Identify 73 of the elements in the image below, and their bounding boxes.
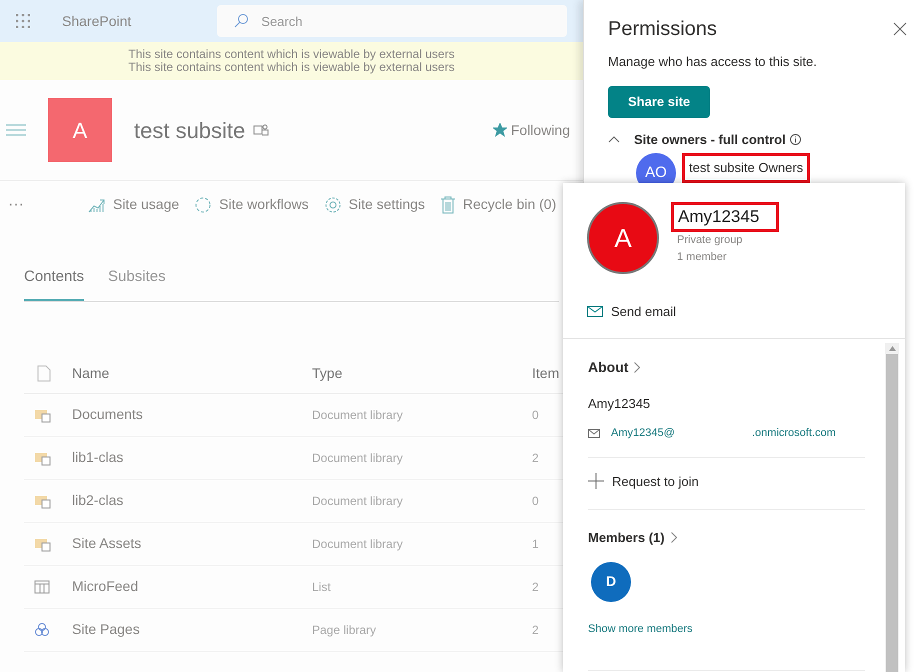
column-header[interactable]: Type — [312, 362, 532, 384]
chevron-right-icon — [634, 362, 640, 372]
tab[interactable]: Subsites — [108, 266, 166, 300]
command-button[interactable]: Site settings — [324, 194, 425, 215]
item-name-link[interactable]: Site Pages — [72, 619, 312, 640]
table-cell-text: 2 — [532, 622, 539, 638]
table-cell-text: Document library — [312, 492, 404, 510]
member-count: 1 member — [677, 250, 728, 264]
file-icon — [37, 364, 51, 382]
group-type: Private group — [677, 233, 744, 248]
share-site-button[interactable]: Share site — [608, 86, 710, 118]
email-domain[interactable]: .onmicrosoft.com — [752, 425, 836, 442]
chevron-icon[interactable] — [608, 135, 620, 144]
trash-icon — [440, 196, 456, 214]
search-field[interactable]: Search — [217, 5, 567, 37]
list-icon — [34, 580, 50, 594]
about-heading[interactable]: About — [588, 356, 640, 378]
item-name-link[interactable]: lib1-clas — [72, 447, 312, 468]
mail-icon — [588, 428, 600, 438]
info-icon[interactable] — [790, 134, 801, 145]
banner-text: This site contains content which is viewable by external users — [128, 61, 455, 74]
table-cell-text: 0 — [532, 492, 539, 510]
menu-icon[interactable] — [6, 124, 26, 136]
command-button[interactable]: Site usage — [88, 194, 180, 215]
show-more-members-link[interactable]: Show more members — [588, 620, 693, 637]
table-cell-text: List — [312, 578, 332, 596]
star-icon — [492, 123, 507, 137]
plus-icon — [588, 473, 604, 490]
table-cell-text: 1 — [532, 536, 539, 552]
item-name-link[interactable]: MicroFeed — [72, 576, 312, 597]
command-button[interactable]: Recycle bin (0) — [440, 194, 556, 215]
column-header[interactable]: Item — [532, 362, 560, 384]
profile-name: Amy12345 — [671, 202, 779, 232]
app-name[interactable]: SharePoint — [62, 10, 132, 32]
scrollbar[interactable] — [885, 342, 899, 672]
search-icon — [233, 13, 250, 29]
profile-avatar: A — [587, 202, 659, 274]
send-email-button[interactable]: Send email — [587, 302, 676, 322]
item-name-link[interactable]: lib2-clas — [72, 490, 312, 511]
table-cell-text: Document library — [312, 536, 404, 552]
table-cell-text: 2 — [532, 578, 539, 596]
more-button[interactable]: ··· — [8, 192, 24, 216]
table-cell-text: 0 — [532, 406, 539, 424]
section-heading: Site owners - full control — [634, 130, 786, 148]
close-icon[interactable] — [893, 22, 907, 36]
flower-icon — [34, 622, 50, 638]
panel-description: Manage who has access to this site. — [608, 53, 818, 71]
tab[interactable]: Contents — [24, 266, 84, 300]
table-cell-text: Page library — [312, 622, 378, 638]
command-button[interactable]: Site workflows — [194, 194, 309, 215]
site-logo: A — [48, 98, 112, 162]
members-heading[interactable]: Members (1) — [588, 528, 677, 548]
panel-title: Permissions — [608, 17, 717, 42]
site-title: test subsite — [134, 116, 246, 144]
table-cell-text: Document library — [312, 406, 404, 424]
column-header[interactable]: Name — [72, 362, 312, 384]
scroll-up-icon[interactable] — [888, 346, 896, 350]
banner-text: This site contains content which is viewable by external users — [128, 48, 455, 61]
settings-icon — [324, 196, 342, 214]
following-button[interactable]: Following — [492, 120, 570, 140]
app-launcher-icon[interactable] — [16, 14, 30, 28]
mail-icon — [587, 306, 603, 318]
chart-icon — [88, 196, 106, 212]
item-name-link[interactable]: Documents — [72, 404, 312, 425]
request-to-join-button[interactable]: Request to join — [588, 472, 699, 491]
chevron-right-icon — [670, 532, 677, 544]
member-avatar[interactable]: D — [591, 562, 631, 602]
table-cell-text: 2 — [532, 450, 539, 466]
email-link[interactable]: Amy12345@ — [611, 425, 752, 442]
table-cell-text: Document library — [312, 450, 404, 466]
item-name-link[interactable]: Site Assets — [72, 533, 312, 554]
group-name[interactable]: test subsite Owners — [682, 153, 810, 183]
about-name: Amy12345 — [588, 394, 652, 413]
